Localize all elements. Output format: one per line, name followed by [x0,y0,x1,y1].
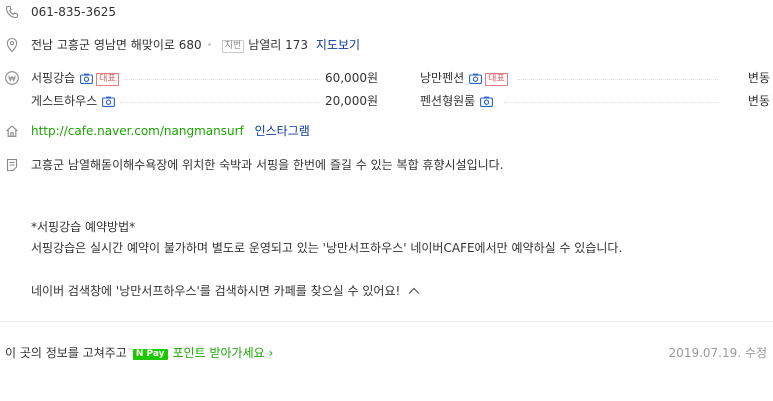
npay-badge: N Pay [132,349,168,360]
homepage-url-link[interactable]: http://cafe.naver.com/nangmansurf [31,124,244,138]
dotted-leader [120,102,320,103]
description-line: 네이버 검색창에 '낭만서프하우스'를 검색하시면 카페를 찾으실 수 있어요! [31,283,420,300]
address-line: 전남 고흥군 영남면 해맞이로 680 지번 남열리 173 지도보기 [31,37,360,53]
menu-item-price: 변동 [747,71,770,85]
edit-info-prompt: 이 곳의 정보를 고쳐주고 N Pay 포인트 받아가세요 › [5,345,273,361]
dotted-leader [518,79,718,80]
menu-item-name: 펜션형원룸 [420,94,476,108]
won-icon [4,70,20,86]
camera-icon[interactable] [80,72,94,88]
menu-item-price: 60,000원 [324,71,378,85]
menu-item: 낭만펜션 대표 [420,70,508,88]
map-link[interactable]: 지도보기 [316,38,360,52]
description-line-text: 네이버 검색창에 '낭만서프하우스'를 검색하시면 카페를 찾으실 수 있어요! [31,284,401,298]
updated-date: 2019.07.19. [668,346,742,360]
phone-number[interactable]: 061-835-3625 [31,4,116,20]
menu-item-name: 낭만펜션 [420,71,465,85]
divider [0,321,773,322]
edit-link[interactable]: 수정 [745,346,767,360]
location-pin-icon [4,37,20,53]
camera-icon[interactable] [480,95,494,111]
menu-item-price: 변동 [747,94,770,108]
points-link[interactable]: 포인트 받아가세요 › [173,346,274,360]
edit-info-text: 이 곳의 정보를 고쳐주고 [5,346,127,360]
dotted-leader [504,102,718,103]
separator-dot [207,43,211,46]
representative-badge: 대표 [485,73,508,86]
menu-item-name: 게스트하우스 [31,94,98,108]
dotted-leader [124,79,320,80]
homepage-links: http://cafe.naver.com/nangmansurf 인스타그램 [31,123,310,139]
description-line: 서핑강습은 실시간 예약이 불가하며 별도로 운영되고 있는 '낭만서프하우스'… [31,241,623,255]
menu-item: 펜션형원룸 [420,93,494,111]
updated-info: 2019.07.19. 수정 [669,345,767,361]
jibun-tag: 지번 [221,40,245,53]
description-summary: 고흥군 남열해돋이해수욕장에 위치한 숙박과 서핑을 한번에 즐길 수 있는 복… [31,158,504,172]
camera-icon[interactable] [102,95,116,111]
menu-item-name: 서핑강습 [31,71,76,85]
phone-icon [4,4,20,20]
document-icon [4,157,20,173]
road-address: 전남 고흥군 영남면 해맞이로 680 [31,38,202,52]
menu-item: 서핑강습 대표 [31,70,119,88]
menu-item-price: 20,000원 [324,94,378,108]
jibun-address: 남열리 173 [248,38,309,52]
chevron-up-icon[interactable] [408,284,420,300]
instagram-link[interactable]: 인스타그램 [255,124,310,138]
home-icon [4,123,20,139]
camera-icon[interactable] [469,72,483,88]
representative-badge: 대표 [96,73,119,86]
menu-item: 게스트하우스 [31,93,116,111]
description-title: *서핑강습 예약방법* [31,220,136,234]
